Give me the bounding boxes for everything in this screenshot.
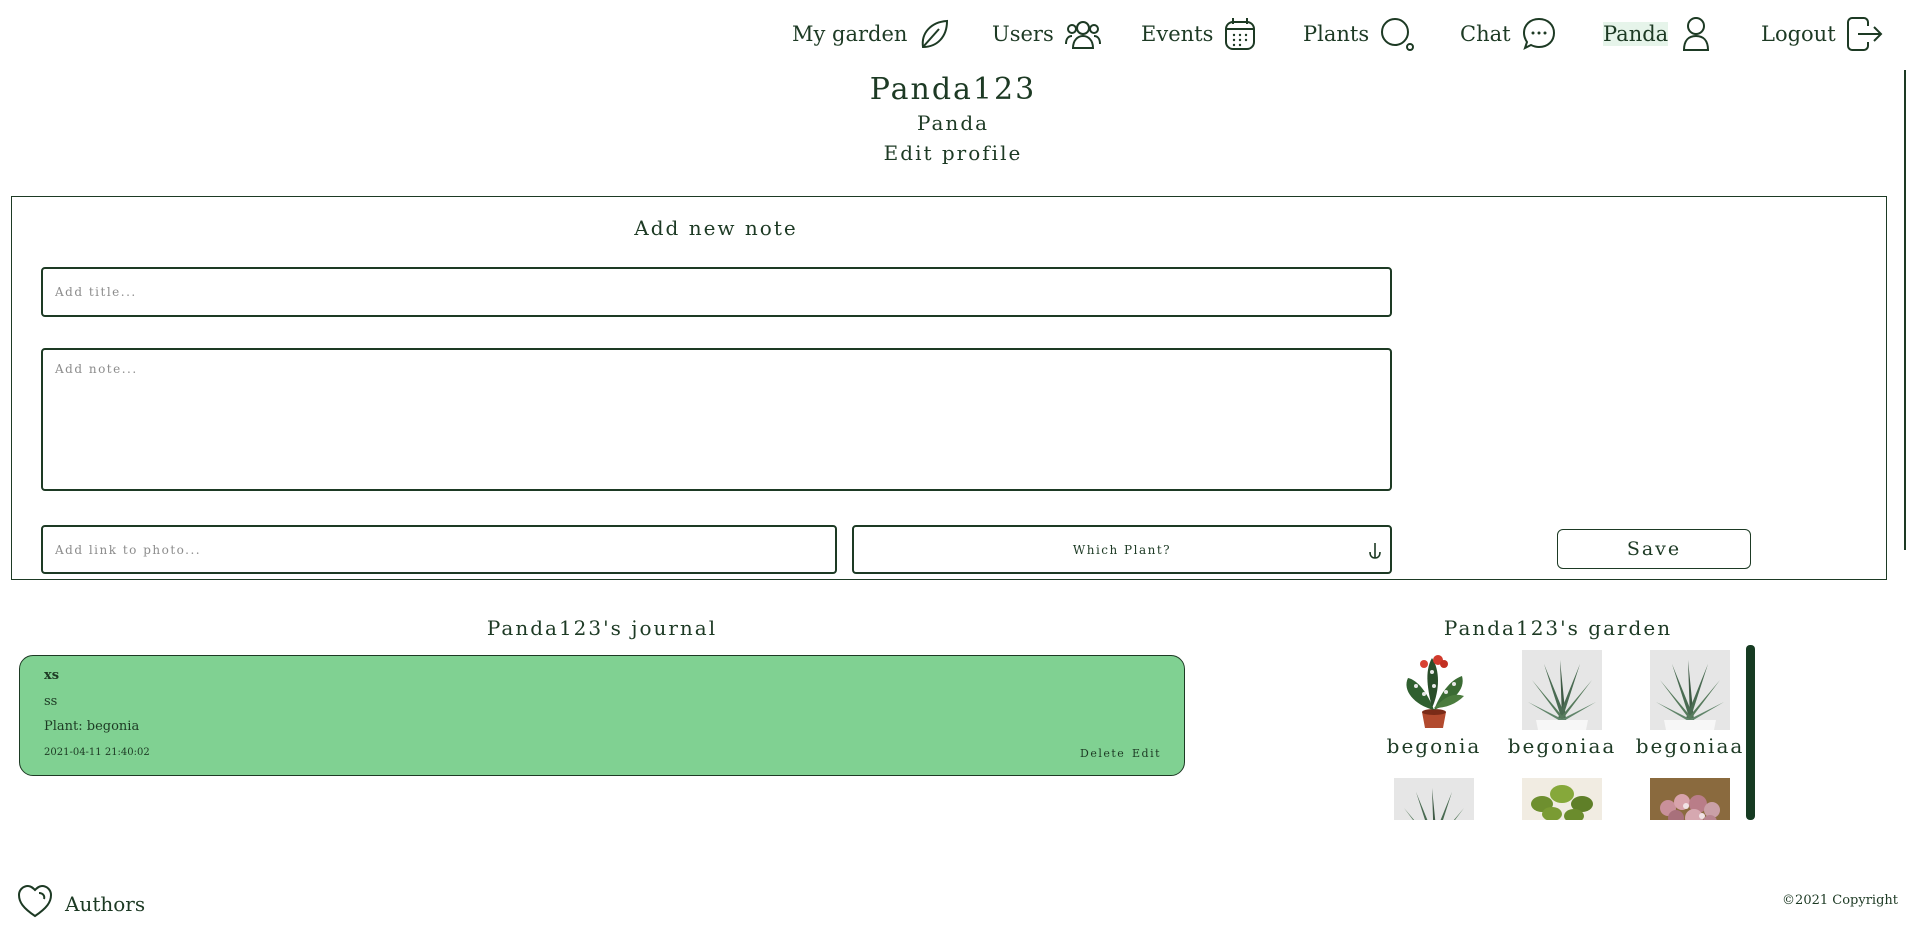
garden-plant-card[interactable] xyxy=(1498,778,1626,820)
garden-plant-name: begonia xyxy=(1386,734,1482,758)
garden-plant-card[interactable] xyxy=(1626,778,1750,820)
nav-users[interactable]: Users xyxy=(992,14,1102,54)
garden-grid: begonia begoniaa begoniaa xyxy=(1370,648,1750,820)
chat-icon xyxy=(1521,16,1557,52)
nav-profile[interactable]: Panda xyxy=(1603,14,1714,54)
nav-events-label: Events xyxy=(1141,22,1214,46)
profile-username: Panda123 xyxy=(869,72,1037,107)
note-date: 2021-04-11 21:40:02 xyxy=(44,747,150,758)
garden-plant-name: begoniaa xyxy=(1635,734,1745,758)
logout-icon xyxy=(1846,16,1884,52)
photo-link-input[interactable] xyxy=(41,525,837,574)
authors-label: Authors xyxy=(65,891,146,916)
top-navbar: My garden Users Events Plants Chat Panda xyxy=(0,0,1906,68)
arrow-down-icon xyxy=(1368,541,1382,564)
garden-plant-card[interactable] xyxy=(1370,778,1498,820)
leaf-icon xyxy=(917,17,951,51)
nav-profile-label: Panda xyxy=(1603,22,1669,46)
nav-events[interactable]: Events xyxy=(1141,14,1257,54)
note-body-textarea[interactable] xyxy=(41,348,1392,491)
nav-logout-label: Logout xyxy=(1761,22,1836,46)
calendar-icon xyxy=(1223,16,1257,52)
garden-plant-card[interactable]: begonia xyxy=(1370,650,1498,758)
search-icon xyxy=(1379,16,1415,52)
nav-plants[interactable]: Plants xyxy=(1303,14,1415,54)
journal-title: Panda123's journal xyxy=(486,616,718,640)
journal-note-card: xs ss Plant: begonia 2021-04-11 21:40:02… xyxy=(19,655,1185,776)
garden-plant-card[interactable]: begoniaa xyxy=(1498,650,1626,758)
garden-plant-name: begoniaa xyxy=(1507,734,1617,758)
aloe-plant-image xyxy=(1522,650,1602,730)
aloe-plant-image xyxy=(1394,778,1474,820)
nav-plants-label: Plants xyxy=(1303,22,1370,46)
nav-logout[interactable]: Logout xyxy=(1761,14,1884,54)
users-icon xyxy=(1064,18,1102,50)
profile-header: Panda123 Panda Edit profile xyxy=(0,68,1906,165)
copyright-text: ©2021 Copyright xyxy=(1782,893,1898,908)
note-title-input[interactable] xyxy=(41,267,1392,317)
edit-profile-link[interactable]: Edit profile xyxy=(0,141,1906,165)
garden-scrollbar[interactable] xyxy=(1746,645,1755,820)
note-plant: Plant: begonia xyxy=(44,719,140,734)
note-body: ss xyxy=(44,694,58,709)
garden-title: Panda123's garden xyxy=(1443,616,1673,640)
plant-select-value: Which Plant? xyxy=(1072,542,1172,557)
nav-chat[interactable]: Chat xyxy=(1460,14,1557,54)
add-note-title: Add new note xyxy=(634,216,798,240)
nav-my-garden-label: My garden xyxy=(792,22,908,46)
aloe-plant-image xyxy=(1650,650,1730,730)
note-delete-button[interactable]: Delete xyxy=(1080,747,1125,760)
nav-chat-label: Chat xyxy=(1460,22,1511,46)
pothos-plant-image xyxy=(1522,778,1602,820)
begonia-plant-image xyxy=(1394,650,1474,730)
garden-plant-card[interactable]: begoniaa xyxy=(1626,650,1750,758)
add-note-form: Add new note Which Plant? Save xyxy=(11,196,1887,580)
note-edit-button[interactable]: Edit xyxy=(1132,747,1161,760)
authors-link[interactable]: Authors xyxy=(17,884,145,923)
profile-name: Panda xyxy=(916,111,990,135)
nav-users-label: Users xyxy=(992,22,1054,46)
heart-icon xyxy=(17,884,53,923)
user-icon xyxy=(1678,15,1714,53)
pink-succulent-plant-image xyxy=(1650,778,1730,820)
save-button[interactable]: Save xyxy=(1557,529,1751,569)
note-title: xs xyxy=(44,668,60,683)
plant-select[interactable]: Which Plant? xyxy=(852,525,1392,574)
nav-my-garden[interactable]: My garden xyxy=(792,14,951,54)
